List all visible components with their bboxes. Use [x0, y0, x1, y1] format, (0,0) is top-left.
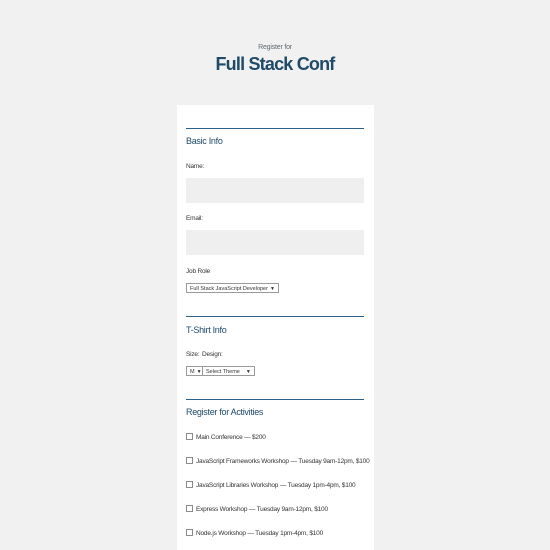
register-for-label: Register for — [258, 44, 292, 51]
basic-info-divider — [186, 128, 364, 129]
activity-label: Express Workshop — Tuesday 9am-12pm, $10… — [196, 506, 328, 513]
checkbox-icon[interactable] — [186, 481, 193, 488]
name-label: Name: — [186, 163, 205, 170]
email-field[interactable] — [186, 230, 364, 255]
chevron-down-icon: ▼ — [245, 369, 251, 375]
checkbox-icon[interactable] — [186, 433, 193, 440]
checkbox-icon[interactable] — [186, 457, 193, 464]
activity-item[interactable]: JavaScript Frameworks Workshop — Tuesday… — [186, 457, 370, 465]
size-label: Size: — [186, 351, 200, 358]
activity-item[interactable]: Node.js Workshop — Tuesday 1pm-4pm, $100 — [186, 529, 323, 537]
basic-info-title: Basic Info — [186, 136, 223, 146]
page-header: Register for Full Stack Conf — [0, 44, 550, 75]
email-label: Email: — [186, 215, 203, 222]
activities-title: Register for Activities — [186, 407, 264, 417]
size-selected-value: M — [190, 369, 195, 375]
activity-item[interactable]: JavaScript Libraries Workshop — Tuesday … — [186, 481, 356, 489]
design-select[interactable]: Select Theme ▼ — [202, 366, 255, 376]
page-title: Full Stack Conf — [215, 54, 335, 74]
chevron-down-icon: ▼ — [269, 286, 275, 292]
registration-form: Basic Info Name: Email: Job Role Full St… — [177, 105, 374, 550]
tshirt-info-title: T-Shirt Info — [186, 325, 227, 335]
checkbox-icon[interactable] — [186, 529, 193, 536]
chevron-down-icon: ▼ — [196, 369, 202, 375]
activities-divider — [186, 399, 364, 400]
activity-label: JavaScript Frameworks Workshop — Tuesday… — [196, 458, 370, 465]
activity-label: JavaScript Libraries Workshop — Tuesday … — [196, 482, 356, 489]
job-role-label: Job Role — [186, 268, 211, 275]
activity-label: Node.js Workshop — Tuesday 1pm-4pm, $100 — [196, 530, 324, 537]
checkbox-icon[interactable] — [186, 505, 193, 512]
design-label: Design: — [202, 351, 223, 358]
activity-item[interactable]: Main Conference — $200 — [186, 433, 266, 441]
activity-label: Main Conference — $200 — [196, 434, 266, 441]
activity-item[interactable]: Express Workshop — Tuesday 9am-12pm, $10… — [186, 505, 328, 513]
job-role-selected-value: Full Stack JavaScript Developer — [190, 286, 268, 292]
tshirt-info-divider — [186, 316, 364, 317]
name-field[interactable] — [186, 178, 364, 203]
design-selected-value: Select Theme — [206, 369, 240, 375]
job-role-select[interactable]: Full Stack JavaScript Developer ▼ — [186, 283, 279, 293]
